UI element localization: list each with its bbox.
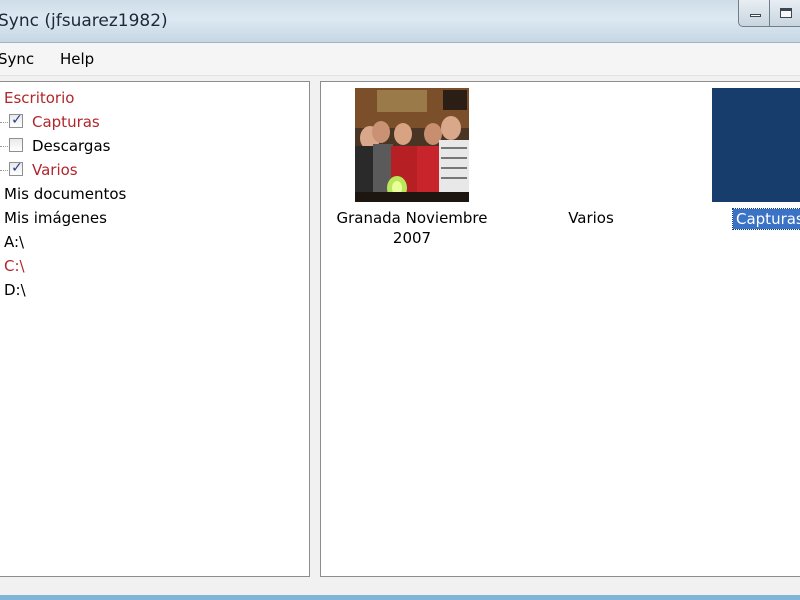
minimize-icon [750,14,761,17]
varios-checkbox[interactable]: ✓ [9,160,23,176]
capturas-thumbnail[interactable] [712,88,800,202]
item-label-varios[interactable]: Varios [531,208,651,228]
tree-connector [0,122,8,123]
tree-item-label: Mis imágenes [4,209,107,227]
maximize-button[interactable] [769,0,800,27]
item-label-capturas-selected[interactable]: Capturas [732,208,800,230]
menu-bar: Sync Help [0,43,800,76]
granada-thumbnail[interactable] [355,88,469,202]
tree-item-label: Escritorio [4,89,75,107]
folder-view: Granada Noviembre 2007 Varios Capturas [320,81,800,577]
tree-item-label: A:\ [4,233,25,251]
descargas-checkbox[interactable] [9,138,23,152]
checkmark-icon: ✓ [11,112,23,128]
tree-connector [0,170,8,171]
tree-item-label: C:\ [4,257,25,275]
group-photo-icon [355,88,469,202]
tree-connector [0,146,8,147]
tree-item-label: Descargas [32,137,111,155]
window-title: Sync (jfsuarez1982) [0,11,168,31]
caption-buttons [738,0,800,28]
folder-tree: Escritorio ✓ Capturas Descargas ✓ Varios… [0,81,310,577]
menu-sync[interactable]: Sync [0,50,34,68]
menu-help[interactable]: Help [60,50,94,68]
app-window: Sync (jfsuarez1982) Sync Help Escritorio… [0,0,800,600]
tree-item-label: Mis documentos [4,185,127,203]
minimize-button[interactable] [738,0,770,27]
tree-item-label: D:\ [4,281,26,299]
capturas-checkbox[interactable]: ✓ [9,112,23,128]
item-label-granada[interactable]: Granada Noviembre 2007 [332,208,492,248]
tree-item-label: Capturas [32,113,100,131]
title-bar[interactable]: Sync (jfsuarez1982) [0,0,800,43]
tree-item-label: Varios [32,161,78,179]
window-bottom-edge [0,595,800,600]
maximize-icon [780,8,792,18]
checkmark-icon: ✓ [11,160,23,176]
